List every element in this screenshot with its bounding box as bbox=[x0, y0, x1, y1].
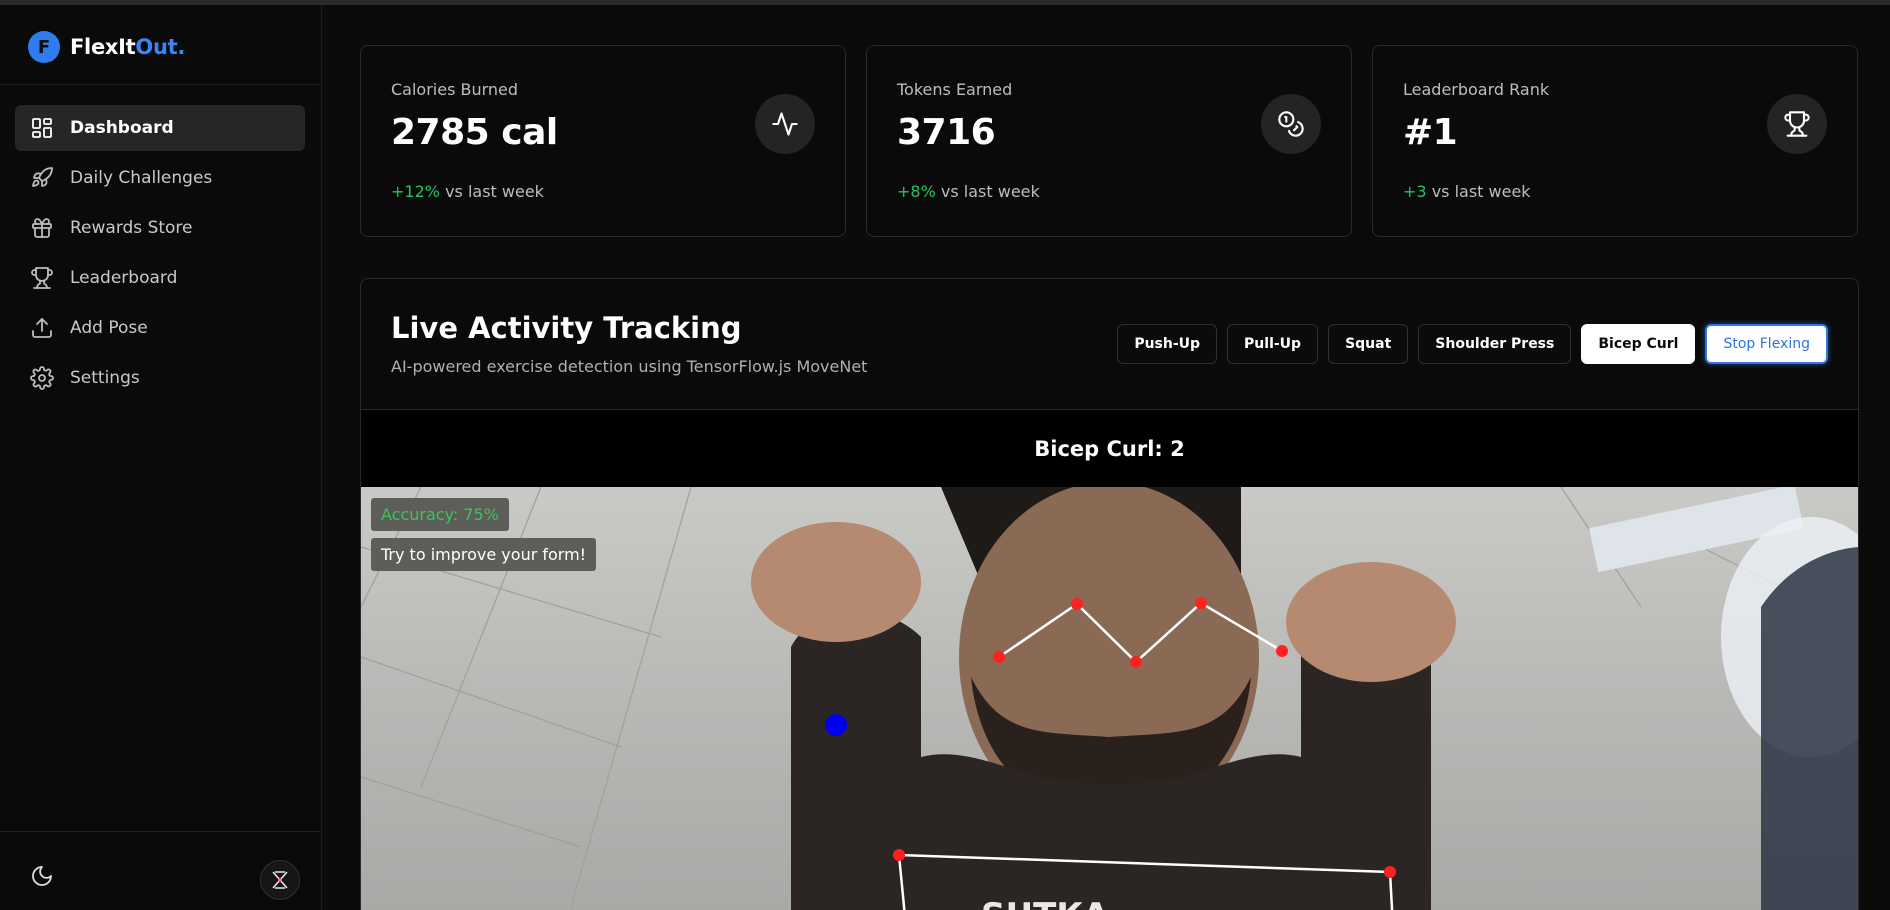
panel-title: Live Activity Tracking bbox=[391, 311, 742, 345]
brand-logo-letter: F bbox=[37, 36, 51, 58]
sidebar-bottom-divider bbox=[0, 831, 321, 832]
webcam-feed: SUTKA Accuracy: 75% Try to improve your … bbox=[361, 487, 1858, 910]
sidebar-item-label: Daily Challenges bbox=[70, 168, 213, 188]
stat-value: 2785 cal bbox=[391, 112, 558, 153]
left-fist bbox=[751, 522, 921, 642]
brand[interactable]: F FlexItOut. bbox=[28, 29, 185, 65]
exercise-button-shoulder-press[interactable]: Shoulder Press bbox=[1418, 324, 1572, 364]
stat-value: 3716 bbox=[897, 112, 996, 153]
sidebar-item-label: Dashboard bbox=[70, 118, 174, 138]
brand-name-prefix: FlexIt bbox=[70, 35, 136, 59]
stat-label: Calories Burned bbox=[391, 80, 519, 99]
stat-change: +3 vs last week bbox=[1403, 182, 1531, 201]
stat-change: +8% vs last week bbox=[897, 182, 1040, 201]
stat-change: +12% vs last week bbox=[391, 182, 544, 201]
gear-icon bbox=[30, 366, 54, 390]
upload-icon bbox=[32, 318, 52, 338]
exercise-button-pull-up[interactable]: Pull-Up bbox=[1227, 324, 1319, 364]
stat-delta: +8% bbox=[897, 182, 936, 201]
rocket-icon bbox=[32, 167, 53, 187]
stat-label: Tokens Earned bbox=[897, 80, 1013, 99]
background-person bbox=[1761, 547, 1858, 910]
sidebar-nav: Dashboard Daily Challenges Rewards Store bbox=[15, 105, 305, 405]
coins-icon bbox=[1278, 111, 1304, 137]
sidebar-item-settings[interactable]: Settings bbox=[15, 355, 305, 401]
stat-icon-circle bbox=[755, 94, 815, 154]
stat-icon-circle bbox=[1767, 94, 1827, 154]
stop-flexing-button[interactable]: Stop Flexing bbox=[1705, 324, 1828, 364]
exercise-button-squat[interactable]: Squat bbox=[1328, 324, 1409, 364]
rep-counter: Bicep Curl: 2 bbox=[361, 410, 1858, 487]
trophy-icon bbox=[1784, 111, 1810, 137]
sidebar-item-label: Settings bbox=[70, 368, 140, 388]
stat-change-suffix: vs last week bbox=[940, 182, 1040, 201]
moon-icon[interactable] bbox=[30, 864, 54, 888]
accuracy-badge: Accuracy: 75% bbox=[371, 498, 509, 531]
dashboard-grid-icon bbox=[32, 118, 52, 138]
tracking-marker bbox=[825, 714, 847, 736]
sidebar: F FlexItOut. Dashboard Daily Challenges bbox=[0, 5, 322, 910]
user-avatar[interactable] bbox=[260, 860, 300, 900]
panel-subtitle: AI-powered exercise detection using Tens… bbox=[391, 357, 868, 376]
sidebar-item-daily-challenges[interactable]: Daily Challenges bbox=[15, 155, 305, 201]
user-avatar-icon bbox=[272, 871, 288, 889]
stat-delta: +12% bbox=[391, 182, 440, 201]
exercise-button-bicep-curl[interactable]: Bicep Curl bbox=[1581, 324, 1696, 364]
stat-change-suffix: vs last week bbox=[1431, 182, 1531, 201]
stat-delta: +3 bbox=[1403, 182, 1427, 201]
stat-card-tokens: Tokens Earned 3716 +8% vs last week bbox=[866, 45, 1352, 237]
live-tracking-panel: Live Activity Tracking AI-powered exerci… bbox=[360, 278, 1859, 910]
sidebar-divider bbox=[0, 84, 321, 85]
brand-name-dot: . bbox=[177, 35, 186, 59]
sidebar-item-add-pose[interactable]: Add Pose bbox=[15, 305, 305, 351]
stat-icon-circle bbox=[1261, 94, 1321, 154]
exercise-buttons: Push-Up Pull-Up Squat Shoulder Press Bic… bbox=[1117, 324, 1828, 364]
hoodie-print: SUTKA bbox=[981, 896, 1110, 910]
stat-card-calories: Calories Burned 2785 cal +12% vs last we… bbox=[360, 45, 846, 237]
gift-icon bbox=[32, 218, 52, 238]
stat-card-rank: Leaderboard Rank #1 +3 vs last week bbox=[1372, 45, 1858, 237]
sidebar-item-leaderboard[interactable]: Leaderboard bbox=[15, 255, 305, 301]
right-fist bbox=[1286, 562, 1456, 682]
sidebar-item-label: Rewards Store bbox=[70, 218, 193, 238]
sidebar-item-dashboard[interactable]: Dashboard bbox=[15, 105, 305, 151]
sidebar-item-label: Add Pose bbox=[70, 318, 148, 338]
activity-icon bbox=[772, 112, 798, 136]
sidebar-item-label: Leaderboard bbox=[70, 268, 178, 288]
exercise-button-push-up[interactable]: Push-Up bbox=[1117, 324, 1218, 364]
brand-logo-icon: F bbox=[28, 31, 60, 63]
form-feedback: Try to improve your form! bbox=[371, 538, 597, 571]
trophy-icon bbox=[31, 267, 53, 289]
stat-value: #1 bbox=[1403, 112, 1458, 153]
brand-name-accent: Out bbox=[135, 35, 178, 59]
sidebar-item-rewards-store[interactable]: Rewards Store bbox=[15, 205, 305, 251]
stat-label: Leaderboard Rank bbox=[1403, 80, 1550, 99]
brand-name: FlexItOut. bbox=[70, 35, 185, 59]
stat-change-suffix: vs last week bbox=[445, 182, 544, 201]
